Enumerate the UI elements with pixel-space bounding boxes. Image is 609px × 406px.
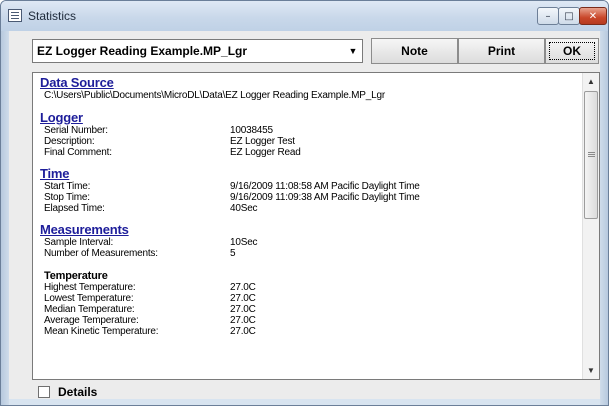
row-value: EZ Logger Read bbox=[230, 147, 301, 158]
row-label: Final Comment: bbox=[44, 147, 112, 158]
section-title-data-source: Data Source bbox=[40, 75, 114, 90]
row-value: 27.0C bbox=[230, 293, 256, 304]
logger-row: Final Comment: EZ Logger Read bbox=[40, 147, 580, 158]
window-frame-left bbox=[1, 31, 9, 405]
row-value: 40Sec bbox=[230, 203, 258, 214]
temperature-row: Mean Kinetic Temperature: 27.0C bbox=[40, 326, 580, 337]
temperature-row: Average Temperature: 27.0C bbox=[40, 315, 580, 326]
section-title-logger: Logger bbox=[40, 110, 83, 125]
row-value: 10038455 bbox=[230, 125, 273, 136]
measurements-row: Number of Measurements: 5 bbox=[40, 248, 580, 259]
row-value: 27.0C bbox=[230, 304, 256, 315]
note-button[interactable]: Note bbox=[371, 38, 458, 64]
scroll-down-icon[interactable]: ▼ bbox=[583, 362, 599, 379]
scrollbar-thumb[interactable] bbox=[584, 91, 598, 219]
row-value: 10Sec bbox=[230, 237, 258, 248]
details-checkbox[interactable] bbox=[38, 386, 50, 398]
row-label: Serial Number: bbox=[44, 125, 108, 136]
file-select[interactable]: EZ Logger Reading Example.MP_Lgr ▼ bbox=[32, 39, 363, 63]
row-label: Lowest Temperature: bbox=[44, 293, 134, 304]
section-title-measurements: Measurements bbox=[40, 222, 129, 237]
time-row: Start Time: 9/16/2009 11:08:58 AM Pacifi… bbox=[40, 181, 580, 192]
row-label: Number of Measurements: bbox=[44, 248, 158, 259]
row-value: EZ Logger Test bbox=[230, 136, 295, 147]
close-button[interactable]: ✕ bbox=[579, 7, 607, 25]
temperature-row: Highest Temperature: 27.0C bbox=[40, 282, 580, 293]
details-option[interactable]: Details bbox=[38, 385, 97, 399]
vertical-scrollbar[interactable]: ▲ ▼ bbox=[582, 73, 599, 379]
temperature-row: Median Temperature: 27.0C bbox=[40, 304, 580, 315]
minimize-button[interactable]: – bbox=[537, 7, 559, 25]
row-value: 27.0C bbox=[230, 326, 256, 337]
row-value: 9/16/2009 11:08:58 AM Pacific Daylight T… bbox=[230, 181, 420, 192]
row-label: Sample Interval: bbox=[44, 237, 114, 248]
report-content: Data Source C:\Users\Public\Documents\Mi… bbox=[40, 75, 580, 338]
window-frame-right bbox=[600, 31, 608, 405]
chevron-down-icon[interactable]: ▼ bbox=[344, 41, 362, 61]
scroll-up-icon[interactable]: ▲ bbox=[583, 73, 599, 90]
row-label: Average Temperature: bbox=[44, 315, 139, 326]
ok-button[interactable]: OK bbox=[545, 38, 599, 64]
time-row: Elapsed Time: 40Sec bbox=[40, 203, 580, 214]
statistics-window: Statistics – □ ✕ EZ Logger Reading Examp… bbox=[0, 0, 609, 406]
report-panel[interactable]: Data Source C:\Users\Public\Documents\Mi… bbox=[32, 72, 600, 380]
logger-row: Serial Number: 10038455 bbox=[40, 125, 580, 136]
logger-row: Description: EZ Logger Test bbox=[40, 136, 580, 147]
data-source-path: C:\Users\Public\Documents\MicroDL\Data\E… bbox=[44, 90, 385, 101]
row-label: Stop Time: bbox=[44, 192, 90, 203]
grip-icon bbox=[588, 152, 595, 153]
details-label[interactable]: Details bbox=[58, 385, 97, 399]
maximize-button[interactable]: □ bbox=[558, 7, 580, 25]
time-row: Stop Time: 9/16/2009 11:09:38 AM Pacific… bbox=[40, 192, 580, 203]
section-title-time: Time bbox=[40, 166, 70, 181]
row-label: Highest Temperature: bbox=[44, 282, 136, 293]
row-label: Mean Kinetic Temperature: bbox=[44, 326, 159, 337]
temperature-row: Lowest Temperature: 27.0C bbox=[40, 293, 580, 304]
row-value: 9/16/2009 11:09:38 AM Pacific Daylight T… bbox=[230, 192, 420, 203]
app-icon bbox=[8, 9, 22, 22]
row-value: 5 bbox=[230, 248, 236, 259]
temperature-subtitle: Temperature bbox=[44, 270, 108, 282]
row-label: Description: bbox=[44, 136, 95, 147]
title-bar[interactable]: Statistics – □ ✕ bbox=[1, 1, 608, 31]
print-button[interactable]: Print bbox=[458, 38, 545, 64]
row-label: Median Temperature: bbox=[44, 304, 135, 315]
measurements-row: Sample Interval: 10Sec bbox=[40, 237, 580, 248]
file-select-value: EZ Logger Reading Example.MP_Lgr bbox=[37, 44, 248, 58]
row-label: Start Time: bbox=[44, 181, 91, 192]
row-label: Elapsed Time: bbox=[44, 203, 105, 214]
window-title: Statistics bbox=[28, 9, 77, 23]
row-value: 27.0C bbox=[230, 282, 256, 293]
row-value: 27.0C bbox=[230, 315, 256, 326]
